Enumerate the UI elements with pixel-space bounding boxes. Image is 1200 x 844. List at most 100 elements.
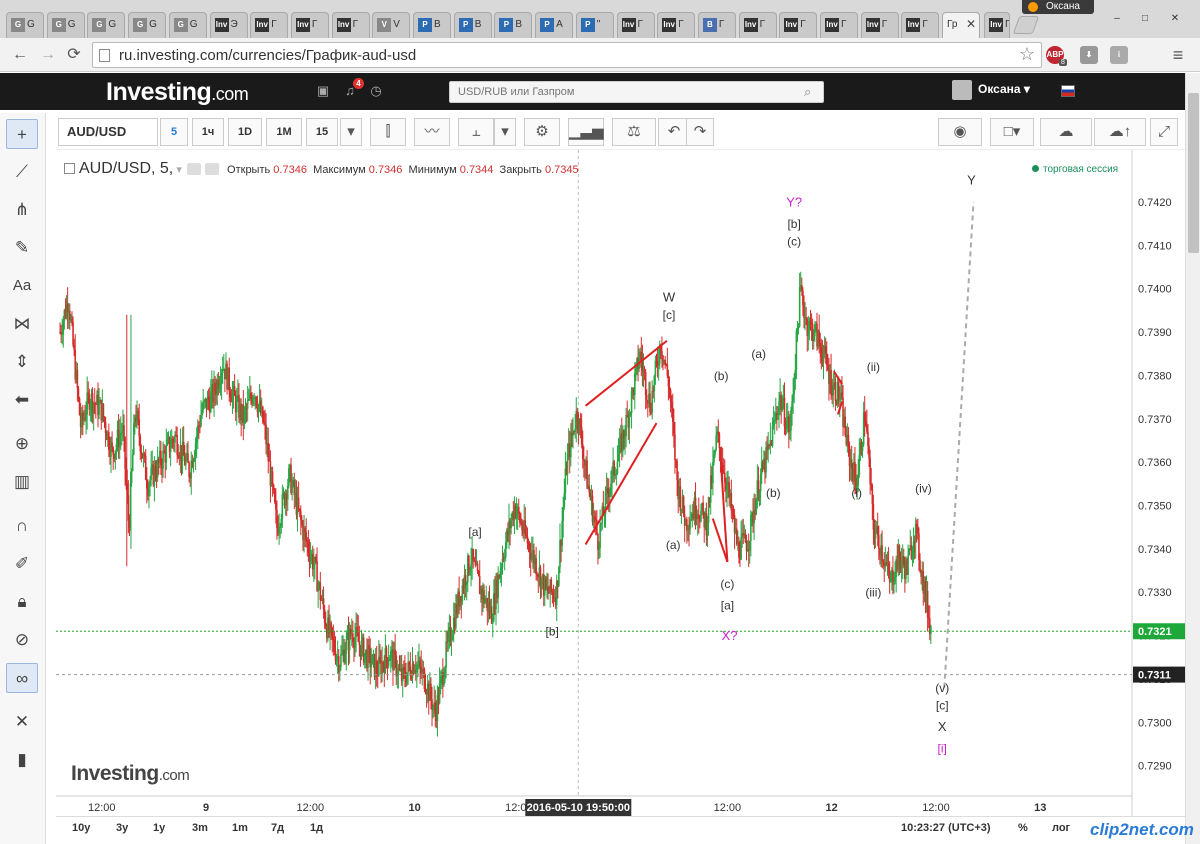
close-window-icon[interactable]: ✕ [1170,14,1180,24]
log-scale-button[interactable]: лог [1052,822,1070,834]
chart-area[interactable]: 0.7420 0.7410 0.7400 0.7390 0.7380 0.7370 0.73… [56,150,1185,844]
browser-tab[interactable]: Inv Г [738,12,777,38]
site-search-input[interactable] [449,81,824,103]
bars-icon[interactable]: ⫠ [458,118,494,146]
page-scrollbar[interactable] [1185,73,1200,844]
magnet-icon[interactable]: ∩ [6,511,38,541]
zoom-icon[interactable]: ⊕ [6,429,38,459]
browser-tab[interactable]: GG [87,12,126,38]
percent-scale-button[interactable]: % [1018,822,1028,834]
interval-dropdown-icon[interactable]: ▾ [340,118,362,146]
trend-line-tool-icon[interactable]: ⟋ [6,157,38,187]
search-icon[interactable]: ⌕ [804,84,811,100]
minimize-icon[interactable]: – [1112,14,1122,24]
text-tool-icon[interactable]: Aa [6,271,38,301]
browser-tab[interactable]: PВ [453,12,492,38]
back-icon[interactable]: ← [10,45,30,65]
camera-icon[interactable]: ◉ [938,118,982,146]
url-input[interactable]: ru.investing.com/currencies/График-aud-u… [92,42,1042,68]
color-picker-icon[interactable]: □▾ [990,118,1034,146]
maximize-icon[interactable]: □ [1140,14,1150,24]
browser-tab[interactable]: Inv Г [901,12,940,38]
briefcase-icon[interactable]: ▣ [316,84,330,98]
gear-small-icon[interactable] [204,163,219,175]
browser-tab[interactable]: PА [535,12,574,38]
brush-tool-icon[interactable]: ✎ [6,233,38,263]
browser-tab[interactable]: GG [168,12,207,38]
chart-type-dropdown-icon[interactable]: ▾ [494,118,516,146]
browser-tab[interactable]: Inv Г [820,12,858,38]
cloud-load-icon[interactable]: ☁ [1040,118,1092,146]
range-button-3m[interactable]: 3m [192,822,208,834]
new-tab-button[interactable] [1012,16,1040,34]
tools-icon[interactable]: ✕ [6,707,38,737]
symbol-field[interactable]: AUD/USD [58,118,158,146]
browser-tab[interactable]: PВ [413,12,451,38]
info-icon[interactable]: i [1110,46,1128,64]
browser-tab[interactable]: PВ [494,12,533,38]
bookmark-star-icon[interactable]: ☆ [1019,44,1035,65]
range-button-3y[interactable]: 3y [116,822,128,834]
browser-tab[interactable]: Inv Г [984,12,1010,38]
close-tab-icon[interactable]: ✕ [966,17,976,31]
compare-icon[interactable]: ⚖ [612,118,656,146]
browser-tab[interactable]: P " [575,12,614,38]
range-button-7д[interactable]: 7д [271,822,284,834]
site-logo[interactable]: Investing.com [106,78,249,107]
range-button-1m[interactable]: 1m [232,822,248,834]
browser-tab[interactable]: GG [46,12,85,38]
forward-icon[interactable]: → [38,45,58,65]
redo-icon[interactable]: ↷ [686,118,714,146]
range-button-10y[interactable]: 10y [72,822,90,834]
browser-tab[interactable]: Inv Г [779,12,818,38]
interval-button-0[interactable]: 5 [160,118,188,146]
browser-tab-active[interactable]: Гр ✕ [942,12,980,38]
ruler-icon[interactable]: ▥ [6,467,38,497]
interval-button-4[interactable]: 15 [306,118,338,146]
interval-button-2[interactable]: 1D [228,118,262,146]
download-icon[interactable]: ⬇ [1080,46,1098,64]
pattern-tool-icon[interactable]: ⋈ [6,309,38,339]
hide-icon[interactable]: ⊘ [6,625,38,655]
crosshair-tool-icon[interactable]: + [6,119,38,149]
arrow-tool-icon[interactable]: ⬅ [6,385,38,415]
browser-tab[interactable]: Inv Г [331,12,370,38]
russia-flag-icon[interactable] [1061,85,1075,97]
price-chart[interactable]: 0.7420 0.7410 0.7400 0.7390 0.7380 0.7370 0.73… [56,150,1185,816]
measure-tool-icon[interactable]: ⇕ [6,347,38,377]
browser-tab[interactable]: Inv Г [616,12,655,38]
reload-icon[interactable]: ⟳ [64,45,84,65]
interval-button-3[interactable]: 1M [266,118,302,146]
user-menu[interactable]: Оксана ▾ [952,80,1030,100]
browser-tab[interactable]: Inv Г [860,12,899,38]
range-button-1д[interactable]: 1д [310,822,323,834]
browser-tab[interactable]: Inv Г [250,12,289,38]
pencil-lock-icon[interactable]: ✐ [6,549,38,579]
range-button-1y[interactable]: 1y [153,822,165,834]
browser-tab[interactable]: Inv Г [657,12,696,38]
settings-icon[interactable]: ⚙ [524,118,560,146]
scrollbar-thumb[interactable] [1188,93,1199,253]
cloud-save-icon[interactable]: ☁↑ [1094,118,1146,146]
candles-icon[interactable]: ⫿ [370,118,406,146]
trash-icon[interactable]: ▮ [6,745,38,775]
indicators-icon[interactable]: ▁▃▅ [568,118,604,146]
eye-icon[interactable] [186,163,201,175]
fullscreen-icon[interactable]: ⤢ [1150,118,1178,146]
line-chart-icon[interactable]: 〰 [414,118,450,146]
browser-tab[interactable]: BГ [697,12,736,38]
browser-tab[interactable]: GG [128,12,167,38]
browser-tab[interactable]: Inv Э [209,12,248,38]
browser-tab[interactable]: Inv Г [290,12,329,38]
link-icon[interactable]: ∞ [6,663,38,693]
legend-caret-icon[interactable]: ▾ [176,164,182,176]
browser-tab[interactable]: GG [6,12,44,38]
menu-icon[interactable]: ≡ [1168,45,1188,65]
collapse-legend-icon[interactable] [64,163,75,174]
lock-icon[interactable]: 🔒︎ [6,587,38,617]
clock-icon[interactable]: ◷ [369,84,383,98]
profile-button[interactable]: Оксана [1022,0,1094,14]
pitchfork-tool-icon[interactable]: ⋔ [6,195,38,225]
browser-tab[interactable]: VV [372,12,411,38]
interval-button-1[interactable]: 1ч [192,118,224,146]
